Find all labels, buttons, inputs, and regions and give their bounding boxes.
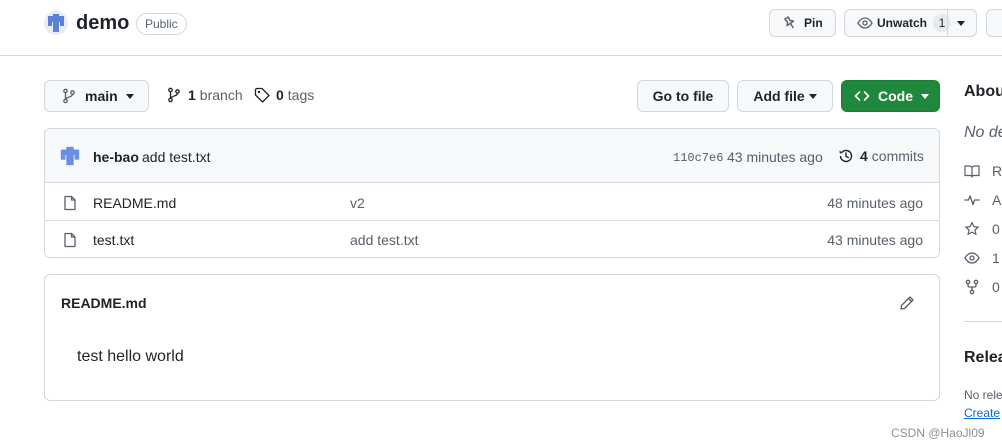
watch-count: 1 [933,14,952,32]
side-row-text: 0 [992,221,1000,237]
history-icon [839,149,853,163]
create-release-link[interactable]: Create [964,406,1000,420]
file-row[interactable]: README.md v2 48 minutes ago [45,184,939,221]
latest-commit-bar: he-bao add test.txt 110c7e6 43 minutes a… [45,129,939,183]
file-icon [64,232,76,248]
sidebar-divider [964,321,1002,322]
releases-title[interactable]: Relea [964,349,1002,367]
chevron-down-icon [921,93,929,99]
about-sidebar: Abou No de R A 0 1 0 Relea No rele Creat… [964,0,1002,447]
fork-icon [965,279,979,295]
git-branch-icon [168,87,180,103]
repo-avatar-icon[interactable] [44,11,68,35]
pin-label: Pin [804,16,823,30]
star-icon [965,221,979,235]
book-icon [964,165,980,178]
about-description: No de [964,124,1002,141]
unwatch-label: Unwatch [877,16,928,30]
button-divider [947,9,948,37]
repo-header: demo Public Pin Unwatch 1 [0,0,1002,56]
side-row-text: 1 [992,250,1000,266]
eye-icon [964,252,980,264]
file-row[interactable]: test.txt add test.txt 43 minutes ago [45,221,939,257]
commit-message[interactable]: add test.txt [142,149,210,165]
watermark: CSDN @HaoJl09 [891,426,985,440]
unwatch-button[interactable]: Unwatch 1 [844,9,977,37]
branch-count: 1 [188,87,196,103]
add-file-label: Add file [753,88,805,104]
readme-content: test hello world [77,348,184,365]
commit-sha[interactable]: 110c7e6 [673,151,723,165]
readme-panel: README.md test hello world [44,274,940,401]
add-file-button[interactable]: Add file [737,80,833,112]
branches-link[interactable]: 1 branch [166,87,243,103]
tag-count: 0 [276,87,284,103]
chevron-down-icon [808,93,817,99]
no-releases-text: No rele [964,388,1002,402]
pulse-icon [964,195,980,206]
file-commit-message[interactable]: add test.txt [350,232,418,248]
visibility-badge: Public [136,13,187,35]
side-row-text: A [992,192,1002,208]
side-row-text: 0 [992,279,1000,295]
activity-link[interactable]: A [964,192,1001,208]
watchers-link[interactable]: 1 [964,250,1000,266]
file-name[interactable]: README.md [93,195,176,211]
pencil-icon[interactable] [899,295,915,311]
chevron-down-icon [125,93,134,99]
forks-link[interactable]: 0 [964,279,1000,295]
about-title: Abou [964,83,1002,100]
branch-label: branch [199,87,243,103]
go-to-file-button[interactable]: Go to file [637,80,729,112]
code-button[interactable]: Code [841,80,940,112]
repo-name[interactable]: demo [76,12,129,35]
file-name[interactable]: test.txt [93,232,134,248]
commit-count: 4 [860,148,868,164]
side-row-text: R [992,163,1002,179]
file-icon [64,195,76,211]
author-avatar-icon[interactable] [59,145,81,167]
stars-link[interactable]: 0 [964,221,1000,237]
file-list: he-bao add test.txt 110c7e6 43 minutes a… [44,128,940,258]
eye-icon [857,17,873,29]
git-branch-icon [63,88,75,104]
pin-button[interactable]: Pin [769,9,836,37]
commit-label: commits [871,148,924,164]
readme-link[interactable]: R [964,163,1002,179]
file-time: 43 minutes ago [827,232,923,248]
readme-title[interactable]: README.md [61,295,147,311]
branch-name: main [85,88,118,104]
tags-link[interactable]: 0 tags [254,87,314,103]
tag-icon [254,87,270,103]
file-commit-message[interactable]: v2 [350,195,365,211]
commit-author[interactable]: he-bao [93,149,139,165]
branch-selector[interactable]: main [44,80,149,112]
commit-time: 43 minutes ago [727,149,823,165]
file-time: 48 minutes ago [827,195,923,211]
code-icon [854,91,870,101]
commits-history-link[interactable]: 4 commits [838,148,924,164]
code-label: Code [878,88,913,104]
pin-icon [784,16,795,29]
tag-label: tags [287,87,315,103]
